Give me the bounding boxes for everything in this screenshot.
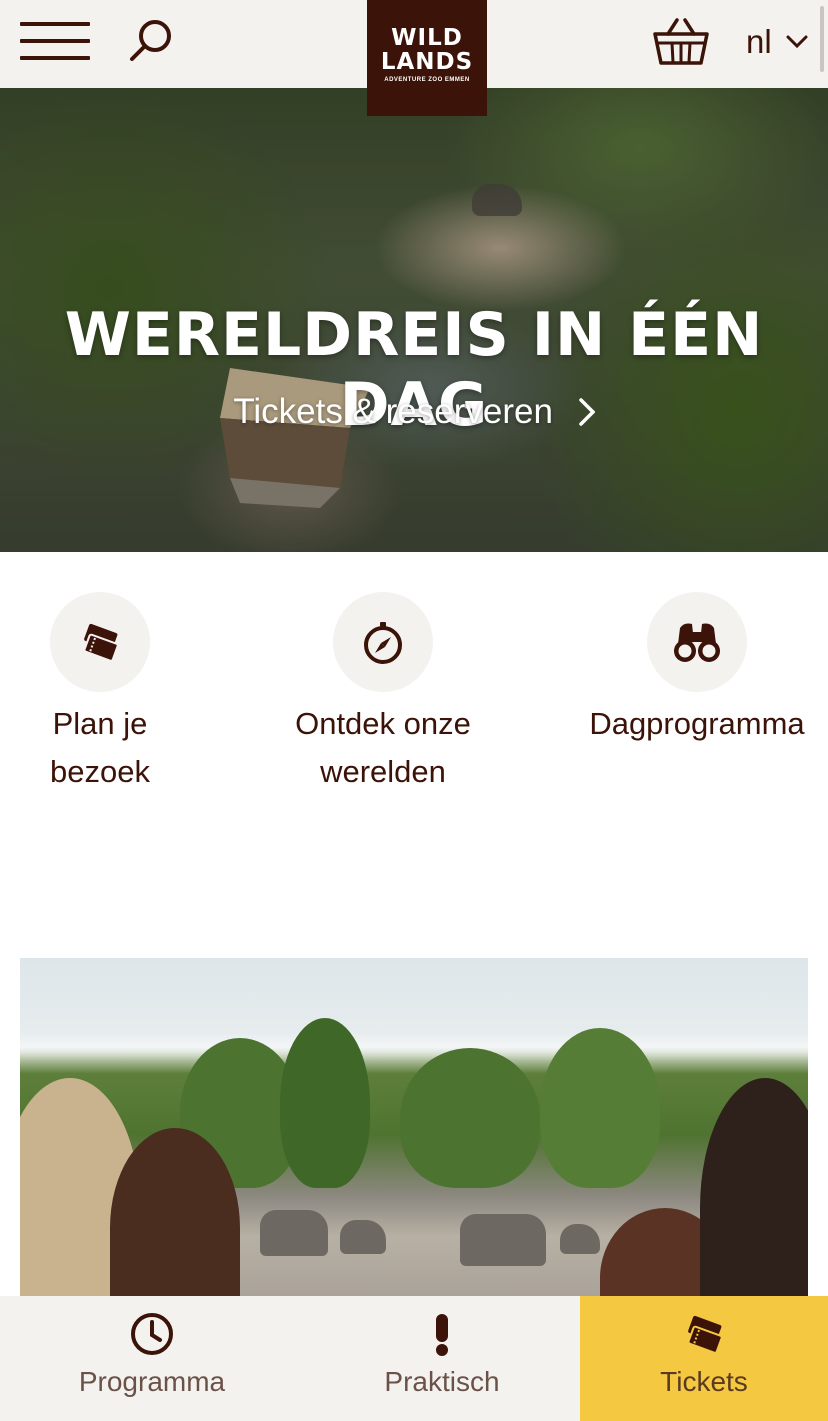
scrollbar[interactable]: [820, 6, 824, 72]
chevron-right-icon: [578, 398, 596, 426]
tickets-icon: [687, 1315, 723, 1354]
search-icon: [130, 20, 171, 61]
quick-link-label: Ontdek onze werelden: [283, 700, 483, 796]
logo-tagline: ADVENTURE ZOO EMMEN: [384, 77, 470, 83]
language-selector[interactable]: nl: [746, 20, 808, 64]
language-code: nl: [746, 23, 772, 60]
photo-elephant: [460, 1214, 546, 1266]
photo-tree: [540, 1028, 660, 1188]
photo-elephant: [560, 1224, 600, 1254]
nav-icon-wrap: [0, 1296, 304, 1356]
quick-link-label: Dagprogramma: [582, 700, 812, 748]
compass-icon-circle: [333, 592, 433, 692]
elephants-photo: [20, 958, 808, 1298]
menu-icon-bar: [20, 22, 90, 26]
ontdek-onze-werelden-link[interactable]: Ontdek onze werelden: [283, 592, 483, 796]
nav-icon-wrap: [304, 1296, 580, 1356]
tickets-reserveren-link[interactable]: Tickets & reserveren: [0, 390, 828, 432]
menu-button[interactable]: [20, 22, 90, 60]
menu-icon-bar: [20, 56, 90, 60]
cart-button[interactable]: [652, 16, 710, 68]
photo-tree: [280, 1018, 370, 1188]
nav-programma[interactable]: Programma: [0, 1296, 304, 1421]
quick-link-label-line: Ontdek onze: [295, 706, 471, 741]
quick-link-label-line: bezoek: [50, 754, 150, 789]
nav-label: Tickets: [660, 1366, 748, 1397]
logo-text-line2: LANDS: [380, 49, 474, 75]
nav-icon-wrap: [580, 1296, 828, 1356]
quick-link-label-line: Dagprogramma: [589, 706, 805, 741]
logo-text-line1: WILD: [391, 25, 463, 51]
photo-elephant: [340, 1220, 386, 1254]
photo-person: [700, 1078, 808, 1298]
bottom-navigation: Programma Praktisch Tickets: [0, 1296, 828, 1421]
plan-icon-circle: [50, 592, 150, 692]
hero-link-label: Tickets & reserveren: [233, 391, 553, 431]
hero-banner: WERELDREIS IN ÉÉN DAG Tickets & reserver…: [0, 88, 828, 552]
search-button[interactable]: [128, 18, 174, 62]
nav-praktisch[interactable]: Praktisch: [304, 1296, 580, 1421]
menu-icon-bar: [20, 39, 90, 43]
nav-label: Programma: [78, 1366, 226, 1397]
exclamation-icon: [436, 1314, 448, 1356]
wildlands-logo[interactable]: WILD LANDS ADVENTURE ZOO EMMEN: [367, 0, 487, 116]
quick-link-label-line: Plan je: [52, 706, 148, 741]
dagprogramma-link[interactable]: Dagprogramma: [582, 592, 812, 748]
photo-elephant: [260, 1210, 328, 1256]
chevron-down-icon: [786, 35, 808, 49]
quick-link-label-line: werelden: [320, 754, 446, 789]
nav-label: Praktisch: [384, 1366, 500, 1397]
tickets-icon: [83, 623, 119, 662]
quick-link-label: Plan je bezoek: [20, 700, 180, 796]
nav-tickets[interactable]: Tickets: [580, 1296, 828, 1421]
clock-icon: [131, 1313, 173, 1355]
binoculars-icon-circle: [647, 592, 747, 692]
photo-tree: [400, 1048, 540, 1188]
binoculars-icon: [674, 623, 720, 662]
compass-icon: [364, 622, 402, 664]
basket-icon: [653, 18, 709, 65]
plan-je-bezoek-link[interactable]: Plan je bezoek: [20, 592, 180, 796]
